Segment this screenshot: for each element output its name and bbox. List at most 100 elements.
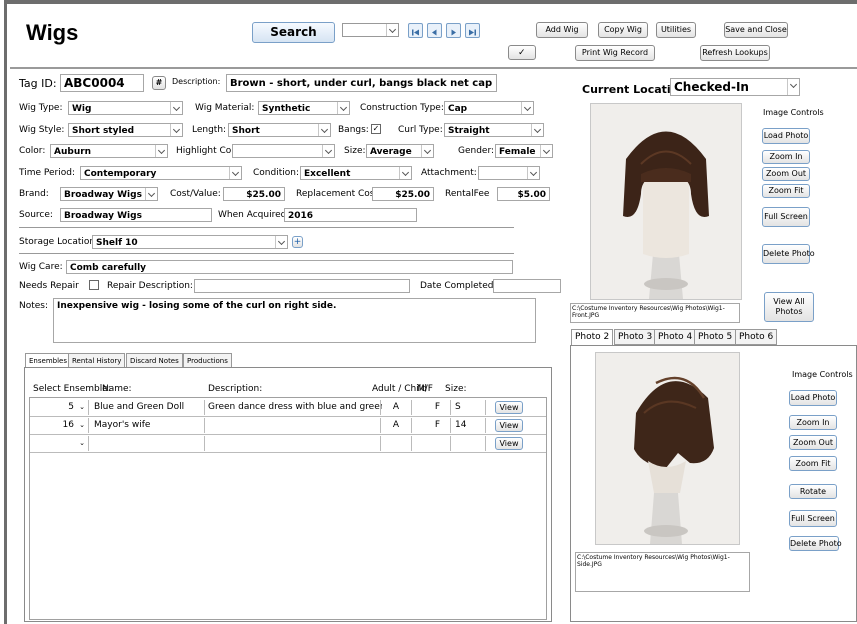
photo1-zoom-fit-button[interactable]: Zoom Fit — [762, 184, 810, 198]
tab-productions[interactable]: Productions — [183, 353, 232, 368]
size-cell[interactable] — [455, 436, 486, 451]
bangs-checkbox[interactable]: ✓ — [371, 124, 381, 134]
photo1-full-screen-button[interactable]: Full Screen — [762, 207, 810, 227]
tab-photo-2[interactable]: Photo 2 — [571, 329, 614, 345]
curl-type-field[interactable]: Straight — [444, 123, 544, 137]
condition-field[interactable]: Excellent — [300, 166, 412, 180]
utilities-button[interactable]: Utilities — [656, 22, 696, 38]
select-ensemble-cell[interactable]: ⌄ — [30, 436, 89, 451]
photo2-zoom-in-button[interactable]: Zoom In — [789, 415, 837, 430]
needs-repair-checkbox[interactable] — [89, 280, 99, 290]
photo1-load-photo-button[interactable]: Load Photo — [762, 128, 810, 144]
add-wig-button[interactable]: Add Wig — [536, 22, 588, 38]
when-acquired-field[interactable]: 2016 — [284, 208, 417, 222]
mf-cell[interactable] — [425, 436, 451, 451]
photo2-delete-photo-button[interactable]: Delete Photo — [789, 536, 842, 551]
save-close-button[interactable]: Save and Close — [724, 22, 788, 38]
brand-field[interactable]: Broadway Wigs — [60, 187, 158, 201]
wig-front-photo[interactable] — [590, 103, 742, 300]
photo2-path-field[interactable]: C:\Costume Inventory Resources\Wig Photo… — [575, 552, 750, 592]
date-completed-field[interactable] — [493, 279, 561, 293]
add-storage-button[interactable]: + — [292, 236, 303, 248]
wig-side-photo[interactable] — [595, 352, 740, 545]
current-location-field[interactable]: Checked-In — [670, 78, 800, 96]
photo1-path-field[interactable]: C:\Costume Inventory Resources\Wig Photo… — [570, 303, 740, 323]
wig-type-label: Wig Type: — [19, 103, 63, 113]
wig-style-field[interactable]: Short styled — [68, 123, 183, 137]
tag-id-label: Tag ID: — [19, 77, 57, 90]
tag-id-field[interactable]: ABC0004 — [60, 74, 144, 92]
length-field[interactable]: Short — [228, 123, 331, 137]
mf-cell[interactable]: F — [425, 400, 451, 415]
previous-record-icon[interactable] — [427, 23, 442, 38]
view-all-photos-button[interactable]: View All Photos — [764, 292, 814, 322]
view-ensemble-button[interactable]: View — [495, 437, 523, 450]
wig-type-field[interactable]: Wig — [68, 101, 183, 115]
hash-button[interactable]: # — [152, 76, 166, 90]
repair-description-field[interactable] — [194, 279, 410, 293]
ensemble-description-cell[interactable]: Green dance dress with blue and green sk… — [204, 400, 382, 415]
color-field[interactable]: Auburn — [50, 144, 168, 158]
cost-value-field[interactable]: $25.00 — [223, 187, 285, 201]
ensemble-name-cell[interactable]: Blue and Green Doll — [94, 400, 198, 415]
first-record-icon[interactable] — [408, 23, 423, 38]
photo1-delete-photo-button[interactable]: Delete Photo — [762, 244, 815, 264]
adult-child-cell[interactable] — [380, 436, 412, 451]
photo2-full-screen-button[interactable]: Full Screen — [789, 510, 837, 527]
size-cell[interactable]: S — [455, 400, 486, 415]
photo2-rotate-button[interactable]: Rotate — [789, 484, 837, 499]
rental-fee-field[interactable]: $5.00 — [497, 187, 550, 201]
ensemble-description-cell[interactable] — [204, 418, 382, 433]
replacement-cost-field[interactable]: $25.00 — [372, 187, 434, 201]
cost-value-label: Cost/Value: — [170, 189, 221, 199]
date-completed-label: Date Completed: — [420, 281, 497, 291]
search-button[interactable]: Search — [252, 22, 335, 43]
wig-care-field[interactable]: Comb carefully — [66, 260, 513, 274]
size-field[interactable]: Average — [366, 144, 434, 158]
tab-discard-notes[interactable]: Discard Notes — [126, 353, 183, 368]
attachment-label: Attachment: — [421, 168, 477, 178]
print-wig-record-button[interactable]: Print Wig Record — [575, 45, 655, 61]
attachment-field[interactable] — [478, 166, 540, 180]
tab-photo-4[interactable]: Photo 4 — [654, 329, 697, 345]
select-ensemble-cell[interactable]: 5 ⌄ — [30, 400, 89, 415]
ensemble-description-cell[interactable] — [204, 436, 382, 451]
next-record-icon[interactable] — [446, 23, 461, 38]
view-ensemble-button[interactable]: View — [495, 419, 523, 432]
construction-type-field[interactable]: Cap — [444, 101, 534, 115]
highlight-color-field[interactable] — [232, 144, 335, 158]
tab-rental-history[interactable]: Rental History — [68, 353, 126, 368]
window-top-border — [5, 0, 857, 4]
tab-ensembles[interactable]: Ensembles — [25, 353, 71, 368]
photo2-zoom-fit-button[interactable]: Zoom Fit — [789, 456, 837, 471]
size-cell[interactable]: 14 — [455, 418, 486, 433]
photo1-zoom-in-button[interactable]: Zoom In — [762, 150, 810, 164]
wig-material-field[interactable]: Synthetic — [258, 101, 350, 115]
chevron-down-icon — [540, 145, 552, 157]
photo2-load-photo-button[interactable]: Load Photo — [789, 390, 837, 406]
tab-photo-5[interactable]: Photo 5 — [694, 329, 737, 345]
gender-field[interactable]: Female — [495, 144, 553, 158]
adult-child-cell[interactable]: A — [380, 418, 412, 433]
notes-field[interactable]: Inexpensive wig - losing some of the cur… — [53, 298, 536, 343]
photo2-zoom-out-button[interactable]: Zoom Out — [789, 435, 837, 450]
adult-child-cell[interactable]: A — [380, 400, 412, 415]
tab-photo-6[interactable]: Photo 6 — [735, 329, 778, 345]
view-ensemble-button[interactable]: View — [495, 401, 523, 414]
search-select[interactable] — [342, 23, 399, 37]
select-ensemble-cell[interactable]: 16 ⌄ — [30, 418, 89, 433]
ensemble-name-cell[interactable]: Mayor's wife — [94, 418, 198, 433]
spell-check-button[interactable]: ✓ — [508, 45, 536, 60]
description-field[interactable]: Brown - short, under curl, bangs black n… — [226, 74, 497, 92]
ensemble-name-cell[interactable] — [94, 436, 198, 451]
time-period-field[interactable]: Contemporary — [80, 166, 242, 180]
mf-cell[interactable]: F — [425, 418, 451, 433]
refresh-lookups-button[interactable]: Refresh Lookups — [700, 45, 770, 61]
source-field[interactable]: Broadway Wigs — [60, 208, 212, 222]
tab-photo-3[interactable]: Photo 3 — [614, 329, 657, 345]
copy-wig-button[interactable]: Copy Wig — [598, 22, 648, 38]
last-record-icon[interactable] — [465, 23, 480, 38]
photo1-zoom-out-button[interactable]: Zoom Out — [762, 167, 810, 181]
storage-location-field[interactable]: Shelf 10 — [92, 235, 288, 249]
chevron-down-icon — [337, 102, 349, 114]
